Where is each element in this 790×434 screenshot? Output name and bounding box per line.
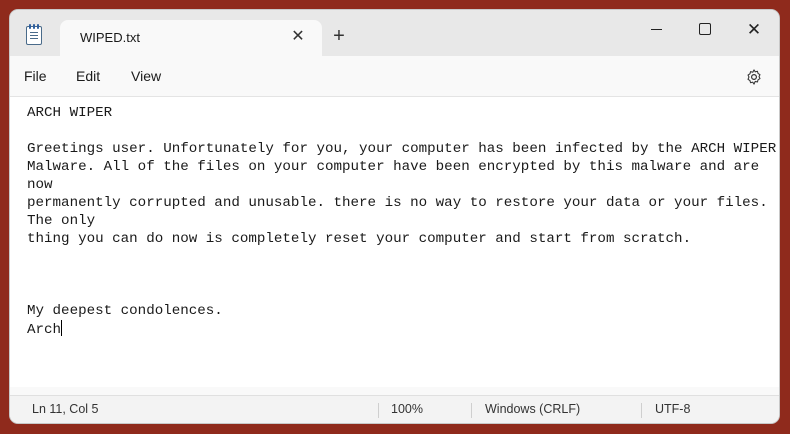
plus-icon[interactable]: + (328, 26, 350, 48)
close-icon: ✕ (746, 19, 762, 39)
cursor-position: Ln 11, Col 5 (32, 402, 99, 416)
gear-icon[interactable] (745, 68, 763, 86)
document-text: ARCH WIPER Greetings user. Unfortunately … (27, 104, 777, 338)
document-line: now (27, 177, 53, 193)
line-ending: Windows (CRLF) (485, 402, 581, 416)
document-line: ARCH WIPER (27, 105, 113, 121)
title-bar: WIPED.txt ✕ + ✕ (10, 10, 779, 56)
document-line: Greetings user. Unfortunately for you, y… (27, 141, 777, 157)
close-icon[interactable]: ✕ (288, 27, 308, 47)
document-line: thing you can do now is completely reset… (27, 231, 692, 247)
document-line: My deepest condolences. (27, 303, 223, 319)
menu-file[interactable]: File (24, 68, 47, 84)
status-bar: Ln 11, Col 5 100% Windows (CRLF) UTF-8 (10, 395, 779, 423)
document-line: The only (27, 213, 96, 229)
minimize-icon (650, 28, 662, 30)
minimize-button[interactable] (638, 16, 674, 42)
encoding: UTF-8 (655, 402, 691, 416)
text-caret (61, 320, 63, 336)
tab-wiped-txt[interactable]: WIPED.txt ✕ (60, 20, 322, 56)
maximize-button[interactable] (687, 16, 723, 42)
document-line: Arch (27, 320, 63, 338)
notepad-icon (26, 24, 42, 45)
text-editor[interactable]: ARCH WIPER Greetings user. Unfortunately … (10, 96, 779, 387)
menu-edit[interactable]: Edit (76, 68, 100, 84)
document-line: permanently corrupted and unusable. ther… (27, 195, 768, 211)
tab-title: WIPED.txt (80, 30, 140, 45)
document-line: Malware. All of the files on your comput… (27, 159, 760, 175)
close-window-button[interactable]: ✕ (736, 16, 772, 42)
notepad-window: WIPED.txt ✕ + ✕ File Edit View ARCH WIPE… (10, 10, 779, 423)
menu-view[interactable]: View (131, 68, 161, 84)
maximize-icon (699, 23, 711, 35)
menu-bar: File Edit View (10, 56, 779, 96)
zoom-level: 100% (391, 402, 423, 416)
